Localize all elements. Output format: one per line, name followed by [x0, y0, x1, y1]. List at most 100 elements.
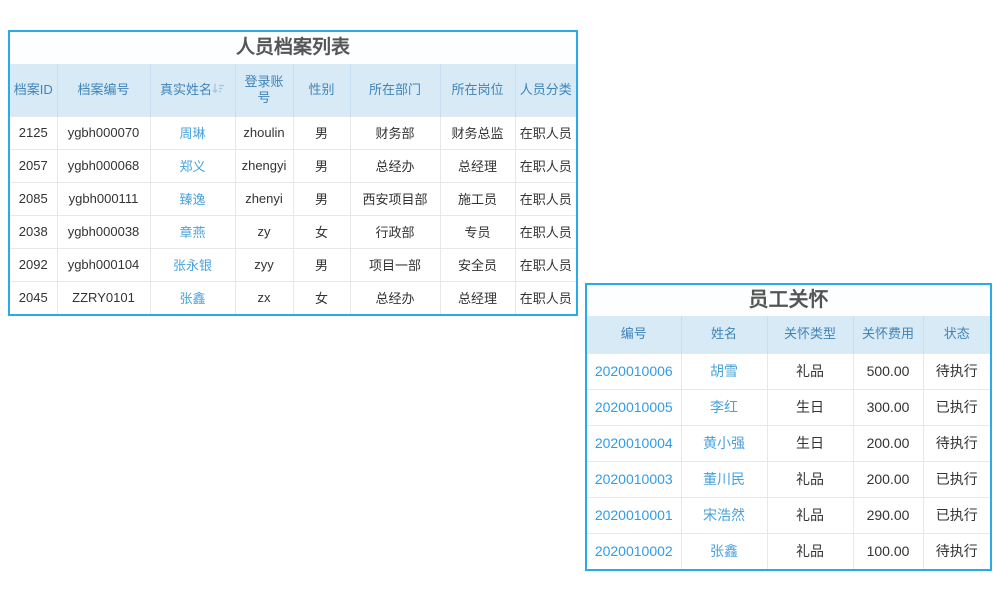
- cell-category: 在职人员: [515, 281, 576, 314]
- personnel-table-title: 人员档案列表: [10, 32, 576, 64]
- personnel-table-row: 2092ygbh000104张永银zyy男项目一部安全员在职人员: [10, 248, 576, 281]
- cell-care_type: 生日: [767, 425, 853, 461]
- name-link[interactable]: 黄小强: [703, 435, 745, 451]
- cell-login_account: zhengyi: [235, 149, 293, 182]
- cell-name: 宋浩然: [681, 497, 767, 533]
- cell-file_no: ZZRY0101: [57, 281, 150, 314]
- column-header-status: 状态: [923, 316, 990, 353]
- cell-department: 财务部: [350, 116, 440, 149]
- cell-name: 胡雪: [681, 353, 767, 389]
- care-table-row: 2020010004黄小强生日200.00待执行: [587, 425, 990, 461]
- cell-category: 在职人员: [515, 116, 576, 149]
- cell-category: 在职人员: [515, 248, 576, 281]
- cell-department: 总经办: [350, 281, 440, 314]
- column-header-label: 真实姓名: [160, 82, 212, 97]
- column-header-file_id: 档案ID: [10, 64, 57, 116]
- cell-care_no: 2020010004: [587, 425, 681, 461]
- column-header-department: 所在部门: [350, 64, 440, 116]
- cell-care_no: 2020010005: [587, 389, 681, 425]
- personnel-table: 档案ID档案编号真实姓名登录账号性别所在部门所在岗位人员分类 2125ygbh0…: [10, 64, 576, 314]
- column-header-care_no: 编号: [587, 316, 681, 353]
- care_no-link[interactable]: 2020010003: [595, 471, 673, 487]
- cell-file_no: ygbh000070: [57, 116, 150, 149]
- care_no-link[interactable]: 2020010006: [595, 363, 673, 379]
- column-header-label: 关怀类型: [784, 326, 836, 341]
- cell-care_fee: 300.00: [853, 389, 923, 425]
- cell-real_name: 张鑫: [150, 281, 235, 314]
- personnel-file-table-card: 人员档案列表 档案ID档案编号真实姓名登录账号性别所在部门所在岗位人员分类 21…: [8, 30, 578, 316]
- cell-name: 张鑫: [681, 533, 767, 569]
- cell-position: 专员: [440, 215, 515, 248]
- care-table-body: 2020010006胡雪礼品500.00待执行2020010005李红生日300…: [587, 353, 990, 569]
- real_name-link[interactable]: 张鑫: [179, 291, 205, 306]
- care_no-link[interactable]: 2020010005: [595, 399, 673, 415]
- real_name-link[interactable]: 张永银: [173, 258, 212, 273]
- cell-file_no: ygbh000111: [57, 182, 150, 215]
- care-table-row: 2020010006胡雪礼品500.00待执行: [587, 353, 990, 389]
- cell-file_no: ygbh000068: [57, 149, 150, 182]
- care_no-link[interactable]: 2020010002: [595, 543, 673, 559]
- cell-status: 待执行: [923, 533, 990, 569]
- care-header-row: 编号 姓名 关怀类型 关怀费用 状态: [587, 316, 990, 353]
- cell-login_account: zhenyi: [235, 182, 293, 215]
- name-link[interactable]: 张鑫: [710, 543, 738, 559]
- personnel-table-row: 2057ygbh000068郑义zhengyi男总经办总经理在职人员: [10, 149, 576, 182]
- cell-name: 李红: [681, 389, 767, 425]
- sort-icon: [212, 83, 225, 94]
- cell-name: 黄小强: [681, 425, 767, 461]
- column-header-label: 编号: [621, 326, 647, 341]
- name-link[interactable]: 胡雪: [710, 363, 738, 379]
- column-header-real_name[interactable]: 真实姓名: [150, 64, 235, 116]
- personnel-header-row: 档案ID档案编号真实姓名登录账号性别所在部门所在岗位人员分类: [10, 64, 576, 116]
- cell-department: 项目一部: [350, 248, 440, 281]
- cell-file_no: ygbh000038: [57, 215, 150, 248]
- personnel-table-head: 档案ID档案编号真实姓名登录账号性别所在部门所在岗位人员分类: [10, 64, 576, 116]
- care-table-row: 2020010003董川民礼品200.00已执行: [587, 461, 990, 497]
- cell-care_no: 2020010006: [587, 353, 681, 389]
- column-header-label: 所在部门: [369, 82, 421, 97]
- cell-position: 总经理: [440, 281, 515, 314]
- name-link[interactable]: 宋浩然: [703, 507, 745, 523]
- real_name-link[interactable]: 臻逸: [179, 192, 205, 207]
- column-header-gender: 性别: [293, 64, 350, 116]
- cell-care_no: 2020010001: [587, 497, 681, 533]
- cell-gender: 男: [293, 182, 350, 215]
- cell-gender: 女: [293, 281, 350, 314]
- name-link[interactable]: 董川民: [703, 471, 745, 487]
- column-header-label: 性别: [308, 82, 334, 97]
- cell-category: 在职人员: [515, 215, 576, 248]
- care-table-title: 员工关怀: [587, 285, 990, 316]
- real_name-link[interactable]: 郑义: [179, 159, 205, 174]
- cell-position: 施工员: [440, 182, 515, 215]
- column-header-care_fee: 关怀费用: [853, 316, 923, 353]
- column-header-position: 所在岗位: [440, 64, 515, 116]
- column-header-label: 档案编号: [77, 82, 129, 97]
- real_name-link[interactable]: 章燕: [179, 225, 205, 240]
- cell-care_type: 生日: [767, 389, 853, 425]
- personnel-table-row: 2045ZZRY0101张鑫zx女总经办总经理在职人员: [10, 281, 576, 314]
- cell-file_id: 2125: [10, 116, 57, 149]
- real_name-link[interactable]: 周琳: [179, 126, 205, 141]
- cell-care_no: 2020010002: [587, 533, 681, 569]
- cell-real_name: 张永银: [150, 248, 235, 281]
- cell-position: 财务总监: [440, 116, 515, 149]
- column-header-label: 状态: [944, 326, 970, 341]
- care-table-head: 编号 姓名 关怀类型 关怀费用 状态: [587, 316, 990, 353]
- cell-category: 在职人员: [515, 182, 576, 215]
- care_no-link[interactable]: 2020010004: [595, 435, 673, 451]
- column-header-label: 登录账号: [244, 74, 283, 105]
- cell-position: 总经理: [440, 149, 515, 182]
- care-table: 编号姓名关怀类型关怀费用状态 2020010006胡雪礼品500.00待执行20…: [587, 316, 990, 569]
- care_no-link[interactable]: 2020010001: [595, 507, 673, 523]
- cell-file_id: 2057: [10, 149, 57, 182]
- cell-file_id: 2085: [10, 182, 57, 215]
- column-header-name: 姓名: [681, 316, 767, 353]
- cell-login_account: zy: [235, 215, 293, 248]
- cell-real_name: 章燕: [150, 215, 235, 248]
- name-link[interactable]: 李红: [710, 399, 738, 415]
- cell-care_fee: 500.00: [853, 353, 923, 389]
- column-header-care_type: 关怀类型: [767, 316, 853, 353]
- cell-name: 董川民: [681, 461, 767, 497]
- cell-care_fee: 100.00: [853, 533, 923, 569]
- cell-login_account: zhoulin: [235, 116, 293, 149]
